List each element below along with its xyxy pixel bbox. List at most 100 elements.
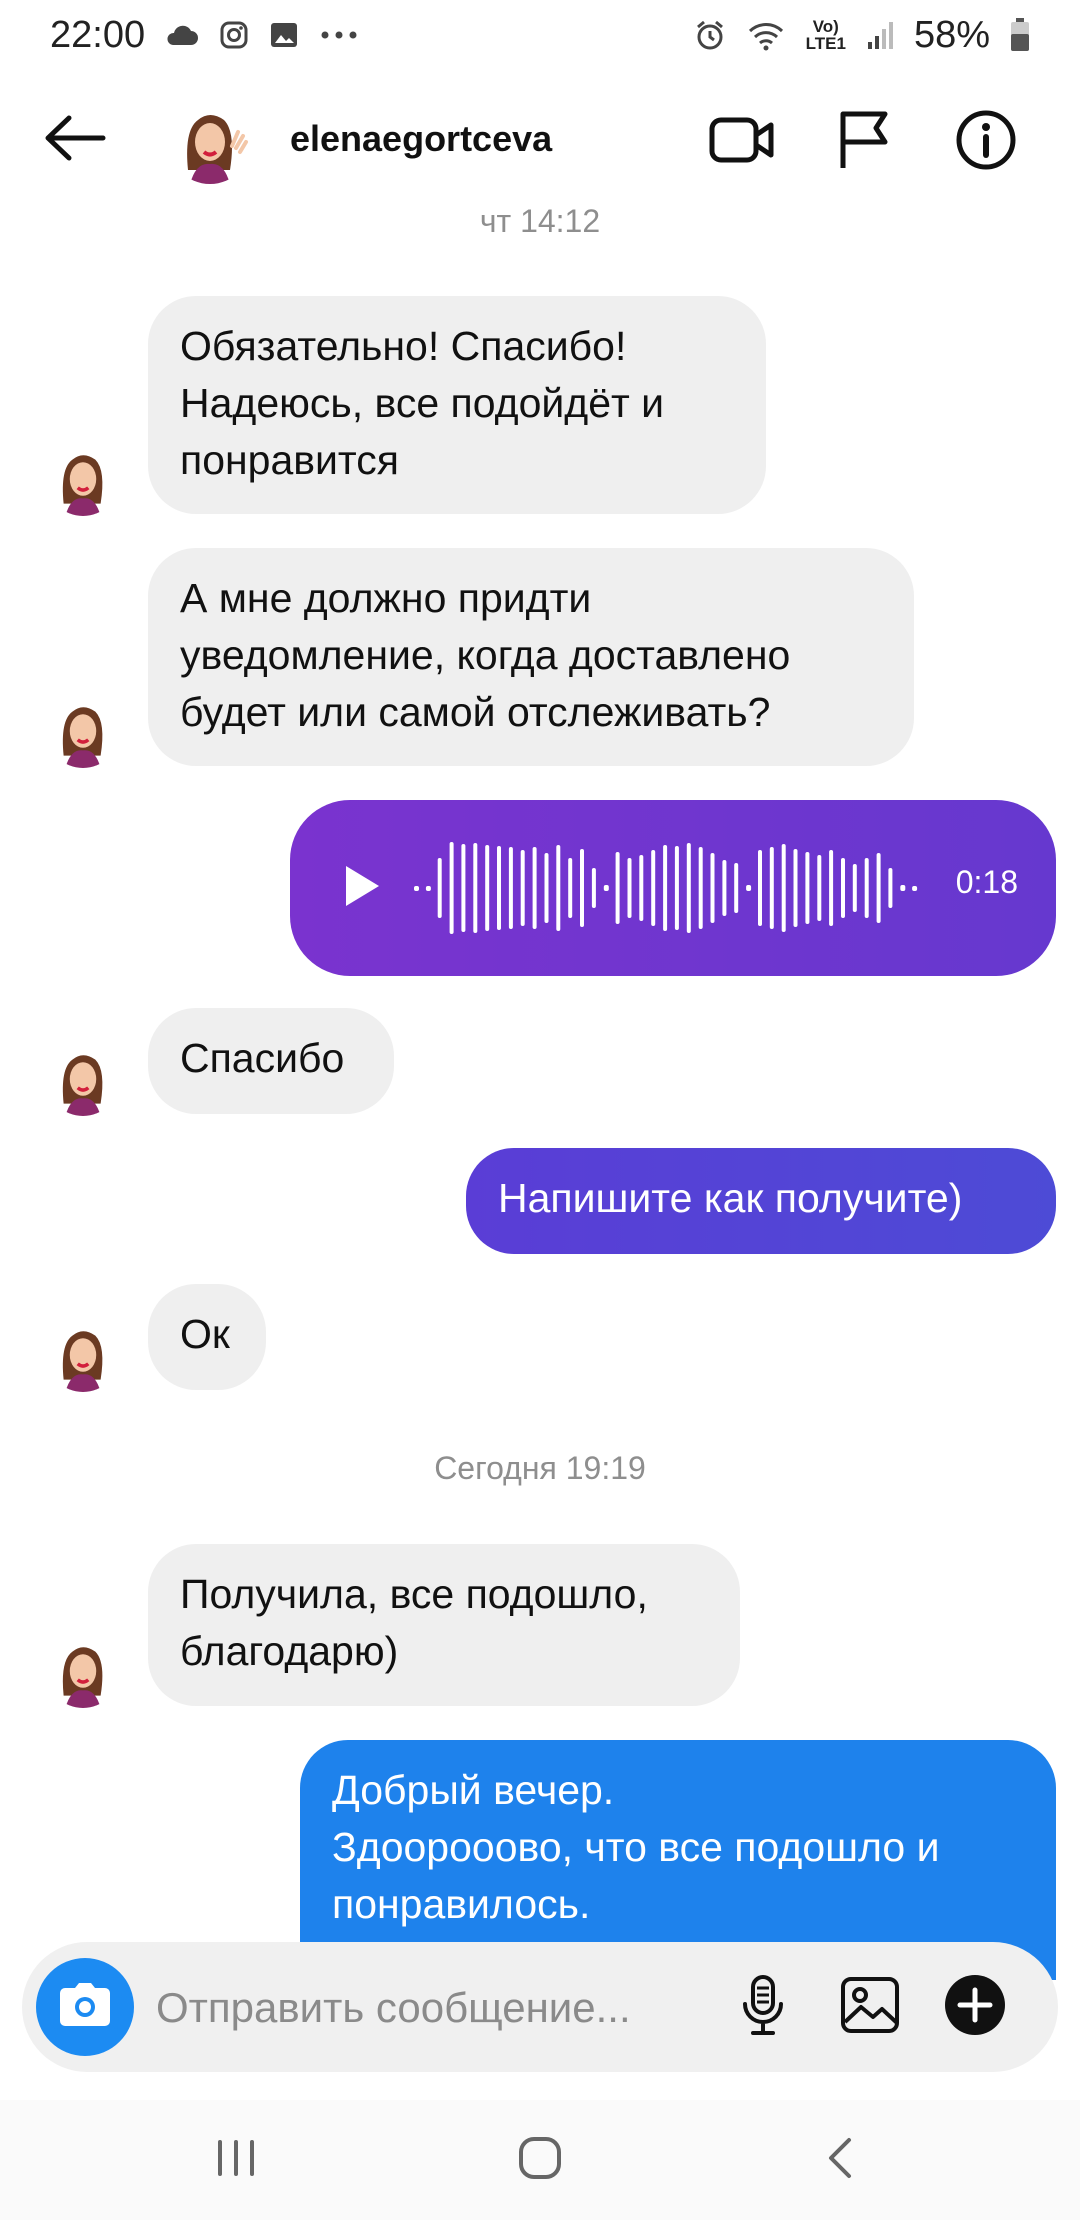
waveform-bar (805, 852, 810, 924)
waveform-bar (568, 858, 573, 918)
avatar[interactable] (168, 100, 252, 184)
waveform-bar (473, 843, 478, 933)
home-icon (517, 2135, 563, 2186)
waveform-bar (461, 844, 466, 932)
waveform-bar (829, 850, 834, 926)
play-icon (342, 863, 382, 914)
instagram-icon (219, 20, 249, 50)
cloud-icon (165, 23, 199, 47)
camera-icon (58, 1982, 112, 2033)
waveform-bar (793, 849, 798, 927)
waveform-bar (508, 847, 513, 929)
waveform-bar (639, 855, 644, 921)
video-call-button[interactable] (706, 106, 778, 178)
microphone-icon (741, 1974, 785, 2041)
sender-avatar[interactable] (46, 1042, 120, 1116)
waveform-bar (912, 886, 918, 891)
more-dots-icon (319, 30, 359, 40)
status-bar: 22:00 Vo) LTE1 58% (0, 0, 1080, 70)
waveform-bar (497, 846, 501, 930)
waveform-bar (627, 858, 632, 918)
message-input[interactable] (154, 1972, 718, 2044)
waveform-bar (544, 853, 549, 923)
waveform-bar (900, 885, 906, 891)
waveform-bar (580, 849, 584, 927)
waveform-bar (437, 858, 442, 918)
waveform-bar (722, 860, 727, 916)
play-button[interactable] (330, 856, 394, 920)
waveform-bar (674, 846, 679, 930)
waveform-bar (888, 868, 893, 908)
waveform-bar (425, 886, 431, 891)
username[interactable]: elenaegortceva (290, 118, 552, 160)
waveform-bar (758, 850, 762, 926)
waveform-bar (485, 845, 490, 931)
gallery-icon (269, 20, 299, 50)
waveform-bar (663, 845, 668, 931)
voice-message[interactable]: 0:18 (290, 800, 1056, 976)
alarm-icon (694, 19, 726, 51)
network-label: LTE1 (805, 34, 846, 53)
waveform-bar (651, 850, 656, 926)
recent-apps-icon (214, 2138, 258, 2183)
message-composer (22, 1942, 1058, 2072)
waveform-bar (710, 853, 715, 923)
message-text: Напишите как получите) (498, 1175, 963, 1221)
waveform-bar (556, 845, 561, 931)
waveform-bar (864, 858, 869, 918)
gallery-button[interactable] (835, 1972, 905, 2042)
timestamp: Сегодня 19:19 (434, 1450, 646, 1486)
system-nav-bar (0, 2100, 1080, 2220)
wifi-icon (746, 19, 786, 51)
message-text: Обязательно! Спасибо! Надеюсь, все подой… (180, 323, 665, 483)
message-bubble-outgoing[interactable]: Напишите как получите) (466, 1148, 1056, 1254)
report-button[interactable] (828, 106, 900, 178)
waveform-bar (841, 858, 845, 918)
battery-icon (1010, 18, 1030, 52)
waveform-bar (817, 855, 822, 921)
back-arrow-icon (43, 115, 107, 166)
sender-avatar[interactable] (46, 1634, 120, 1708)
message-bubble-incoming[interactable]: Спасибо (148, 1008, 394, 1114)
info-button[interactable] (950, 106, 1022, 178)
waveform-bar (852, 864, 857, 912)
status-right: Vo) LTE1 58% (694, 14, 1030, 57)
sender-avatar[interactable] (46, 694, 120, 768)
message-bubble-incoming[interactable]: А мне должно придти уведомление, когда д… (148, 548, 914, 766)
waveform-bar (769, 847, 774, 929)
battery-percent: 58% (913, 13, 990, 56)
message-bubble-incoming[interactable]: Получила, все подошло, благодарю) (148, 1544, 740, 1706)
waveform-bar (603, 885, 609, 891)
camera-button[interactable] (36, 1958, 134, 2056)
message-text: А мне должно придти уведомление, когда д… (180, 575, 791, 735)
flag-icon (838, 110, 890, 175)
waveform-bar (615, 852, 620, 924)
timestamp: чт 14:12 (479, 203, 601, 239)
back-button[interactable] (40, 110, 110, 170)
voice-duration: 0:18 (955, 864, 1018, 900)
image-icon (840, 1976, 900, 2039)
system-back-button[interactable] (800, 2130, 880, 2190)
message-text: Получила, все подошло, благодарю) (180, 1571, 648, 1674)
waveform-bar (449, 842, 454, 934)
video-call-icon (709, 115, 775, 170)
status-time: 22:00 (50, 13, 146, 56)
sender-avatar[interactable] (46, 442, 120, 516)
home-button[interactable] (500, 2130, 580, 2190)
waveform-bar (520, 850, 525, 926)
message-bubble-incoming[interactable]: Ок (148, 1284, 266, 1390)
waveform-bar (734, 863, 739, 913)
add-button[interactable] (940, 1972, 1010, 2042)
message-bubble-incoming[interactable]: Обязательно! Спасибо! Надеюсь, все подой… (148, 296, 766, 514)
info-icon (955, 109, 1017, 176)
waveform-bar (591, 868, 596, 908)
message-text: Ок (180, 1311, 230, 1357)
sender-avatar[interactable] (46, 1318, 120, 1392)
waveform-bar (532, 847, 537, 929)
chat-header: elenaegortceva (0, 90, 1080, 190)
volte-icon: Vo) LTE1 (805, 17, 846, 53)
voice-record-button[interactable] (728, 1972, 798, 2042)
waveform (414, 842, 918, 934)
waveform-bar (414, 886, 419, 891)
recent-apps-button[interactable] (196, 2130, 276, 2190)
